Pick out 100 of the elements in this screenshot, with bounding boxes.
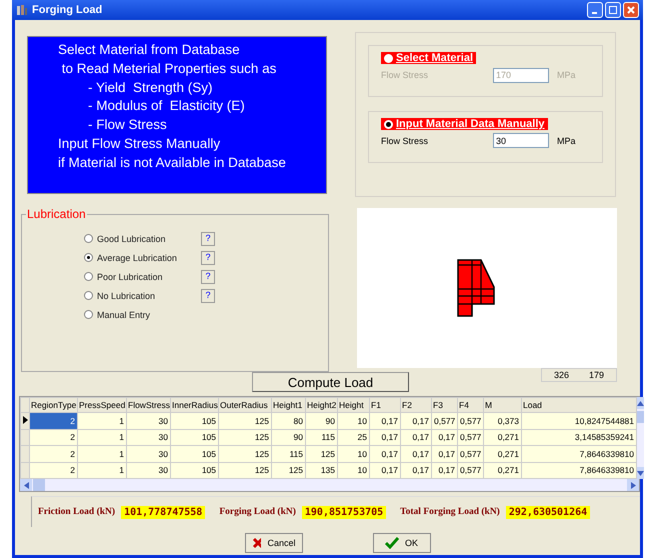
table-cell: 90 xyxy=(272,429,306,446)
scroll-thumb[interactable] xyxy=(637,411,644,423)
radio-circle[interactable] xyxy=(384,120,393,128)
result-value: 292,630501264 xyxy=(506,506,590,518)
table-cell: 0,271 xyxy=(484,462,522,478)
table-cell: 1 xyxy=(78,446,126,462)
window-title: Forging Load xyxy=(32,4,102,16)
table-cell: 0,271 xyxy=(484,446,522,462)
table-cell: 1 xyxy=(78,462,126,478)
table-cell: 1 xyxy=(78,412,126,429)
pointer-icon xyxy=(22,416,28,424)
column-header[interactable]: FlowStress xyxy=(126,398,170,412)
table-cell: 125 xyxy=(218,446,272,462)
unit-label: MPa xyxy=(557,136,576,146)
unit-label: MPa xyxy=(557,70,576,80)
left-arrow-icon[interactable] xyxy=(24,482,28,488)
table-cell: 0,577 xyxy=(458,446,484,462)
material-radio[interactable]: Input Material Data Manually xyxy=(381,118,548,130)
column-header[interactable]: M xyxy=(484,398,522,412)
column-header[interactable]: InnerRadius xyxy=(170,398,218,412)
right-arrow-icon[interactable] xyxy=(630,482,636,488)
result-label: Friction Load (kN) xyxy=(38,507,116,517)
group-title: Lubrication xyxy=(26,207,87,221)
close-icon xyxy=(627,6,635,14)
table-cell: 30 xyxy=(126,446,170,462)
table-cell: 7,8646339810 xyxy=(522,462,636,478)
row-header[interactable] xyxy=(20,412,30,429)
flow-stress-field[interactable]: 30 xyxy=(493,133,549,148)
scroll-thumb[interactable] xyxy=(33,479,45,491)
up-arrow-icon[interactable] xyxy=(637,400,644,406)
result-value: 190,851753705 xyxy=(302,506,386,518)
lubrication-radio[interactable]: No Lubrication xyxy=(84,290,201,300)
column-header[interactable]: OuterRadius xyxy=(218,398,272,412)
down-arrow-icon[interactable] xyxy=(637,470,644,476)
column-header[interactable]: RegionType xyxy=(30,398,78,412)
table-cell: 2 xyxy=(30,462,78,478)
table-cell: 90 xyxy=(306,412,338,429)
maximize-icon xyxy=(609,6,617,14)
table-cell: 25 xyxy=(338,429,370,446)
info-text: - Flow Stress xyxy=(87,116,168,134)
table-cell: 10,8247544881 xyxy=(522,412,636,429)
table-cell: 125 xyxy=(218,462,272,478)
radio-circle[interactable] xyxy=(84,272,93,281)
column-header[interactable]: Load xyxy=(522,398,636,412)
column-header[interactable]: F3 xyxy=(432,398,458,412)
cross-icon xyxy=(252,537,262,549)
table-cell: 0,17 xyxy=(400,429,432,446)
close-button[interactable] xyxy=(623,2,639,18)
info-text: to Read Meterial Properties such as xyxy=(60,60,278,78)
table-cell: 0,577 xyxy=(458,462,484,478)
table-cell: 30 xyxy=(126,462,170,478)
table-cell: 30 xyxy=(126,412,170,429)
help-button[interactable]: ? xyxy=(201,288,215,302)
table-cell: 135 xyxy=(306,462,338,478)
radio-circle[interactable] xyxy=(84,234,93,243)
column-header[interactable]: Height1 xyxy=(272,398,306,412)
result-label: Forging Load (kN) xyxy=(219,507,296,517)
table-cell: 2 xyxy=(30,412,78,429)
help-button[interactable]: ? xyxy=(201,232,215,246)
table-cell: 0,17 xyxy=(400,446,432,462)
lubrication-radio[interactable]: Manual Entry xyxy=(84,310,201,320)
table-cell: 0,17 xyxy=(370,429,400,446)
table-cell: 0,17 xyxy=(370,446,400,462)
column-header[interactable]: F1 xyxy=(370,398,400,412)
table-cell: 105 xyxy=(170,429,218,446)
minimize-button[interactable] xyxy=(587,2,603,18)
column-header[interactable]: F2 xyxy=(400,398,432,412)
column-header[interactable]: Height xyxy=(338,398,370,412)
help-button[interactable]: ? xyxy=(201,270,215,284)
table-cell: 0,17 xyxy=(370,462,400,478)
table-cell: 0,577 xyxy=(458,429,484,446)
help-button[interactable]: ? xyxy=(201,250,215,264)
table-cell: 115 xyxy=(306,429,338,446)
column-header[interactable]: Height2 xyxy=(306,398,338,412)
radio-circle[interactable] xyxy=(84,291,93,300)
mesh-drawing xyxy=(457,259,495,317)
result-value: 101,778747558 xyxy=(121,506,206,518)
field-label: Flow Stress xyxy=(381,70,430,80)
ok-button[interactable]: OK xyxy=(372,533,430,553)
info-text: Input Flow Stress Manually xyxy=(58,134,222,153)
radio-circle[interactable] xyxy=(84,253,93,262)
table-cell: 115 xyxy=(272,446,306,462)
table-cell: 30 xyxy=(126,429,170,446)
lubrication-radio[interactable]: Average Lubrication xyxy=(84,252,201,262)
info-text: if Material is not Available in Database xyxy=(58,154,287,172)
lubrication-radio[interactable]: Good Lubrication xyxy=(84,234,201,244)
radio-circle[interactable] xyxy=(84,310,93,319)
lubrication-radio[interactable]: Poor Lubrication xyxy=(84,272,201,282)
table-cell: 0,577 xyxy=(432,412,458,429)
maximize-button[interactable] xyxy=(605,2,621,18)
column-header[interactable]: PressSpeed xyxy=(78,398,126,412)
horizontal-scrollbar[interactable] xyxy=(20,479,639,491)
column-header[interactable]: F4 xyxy=(458,398,484,412)
table-cell: 105 xyxy=(170,462,218,478)
table-cell: 10 xyxy=(338,412,370,429)
result-label: Total Forging Load (kN) xyxy=(400,507,500,517)
cancel-button[interactable]: Cancel xyxy=(244,533,302,553)
vertical-scrollbar[interactable] xyxy=(637,397,644,479)
compute-button[interactable]: Compute Load xyxy=(252,372,409,392)
table-cell: 0,373 xyxy=(484,412,522,429)
